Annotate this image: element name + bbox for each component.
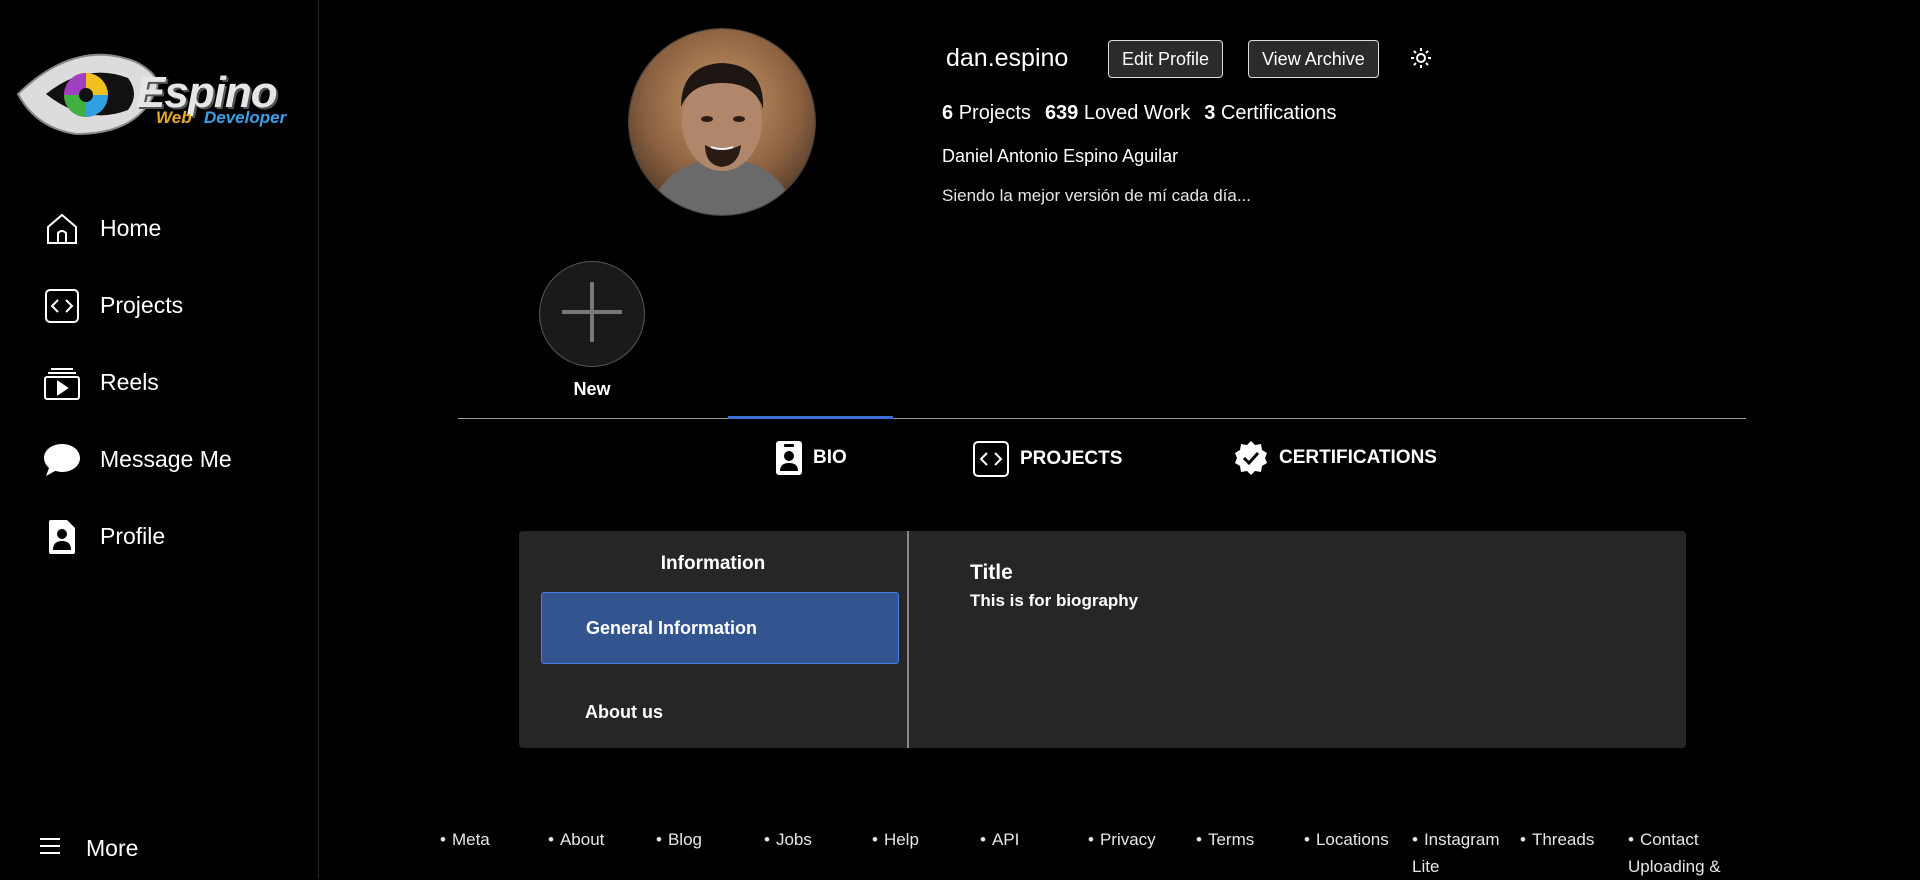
- home-icon: [42, 209, 82, 249]
- footer-link-blog[interactable]: Blog: [656, 826, 702, 853]
- tab-label: BIO: [813, 447, 847, 468]
- more-menu-button[interactable]: More: [38, 835, 138, 862]
- profile-full-name: Daniel Antonio Espino Aguilar: [942, 146, 1179, 166]
- avatar-photo: [629, 29, 815, 215]
- tab-label: PROJECTS: [1020, 448, 1123, 469]
- footer-link-terms[interactable]: Terms: [1196, 826, 1254, 853]
- plus-circle: [539, 261, 645, 367]
- footer-link-help[interactable]: Help: [872, 826, 919, 853]
- sidebar-item-label: Reels: [100, 369, 159, 395]
- code-icon: [972, 440, 1010, 478]
- sidebar-item-label: Profile: [100, 523, 166, 549]
- tab-label: CERTIFICATIONS: [1279, 447, 1437, 468]
- bio-panel-heading: Information: [660, 553, 766, 574]
- stat-projects[interactable]: 6 Projects: [942, 102, 1031, 125]
- sidebar-item-message-me[interactable]: Message Me: [0, 421, 318, 498]
- bio-content-title: Title: [970, 561, 1013, 584]
- tabs-divider: [458, 418, 1746, 419]
- footer-link-contact[interactable]: Contact Uploading &: [1628, 826, 1753, 880]
- bio-content-description: This is for biography: [970, 591, 1139, 610]
- footer-link-about[interactable]: About: [548, 826, 604, 853]
- main-content: dan.espino Edit Profile View Archive 6 P…: [319, 0, 1920, 878]
- espino-logo[interactable]: Espino Web Developer: [16, 48, 290, 140]
- profile-stats: 6 Projects 639 Loved Work 3 Certificatio…: [942, 102, 1337, 125]
- chat-bubble-icon: [42, 440, 82, 480]
- profile-card-icon: [42, 517, 82, 557]
- tab-bio[interactable]: BIO: [775, 440, 847, 476]
- profile-bio-tagline: Siendo la mejor versión de mí cada día..…: [942, 186, 1251, 205]
- menu-item-general-information[interactable]: General Information: [541, 592, 899, 664]
- avatar[interactable]: [628, 28, 816, 216]
- sidebar: Espino Web Developer Home Projects Reels: [0, 0, 319, 878]
- footer-link-jobs[interactable]: Jobs: [764, 826, 812, 853]
- id-badge-icon: [775, 440, 803, 476]
- plus-icon: [560, 280, 624, 349]
- logo-sub-developer: Developer: [204, 108, 287, 127]
- sidebar-item-reels[interactable]: Reels: [0, 344, 318, 421]
- bio-panel: Information General Information About us…: [519, 531, 1686, 748]
- more-label: More: [86, 835, 139, 861]
- edit-profile-button[interactable]: Edit Profile: [1108, 40, 1224, 78]
- tab-certifications[interactable]: CERTIFICATIONS: [1233, 440, 1437, 476]
- reels-icon: [42, 363, 82, 403]
- hamburger-icon: [38, 836, 62, 861]
- sidebar-item-label: Message Me: [100, 446, 232, 472]
- tab-projects[interactable]: PROJECTS: [972, 440, 1122, 478]
- logo-sub-web: Web: [156, 108, 192, 127]
- sidebar-item-home[interactable]: Home: [0, 190, 318, 267]
- footer-link-api[interactable]: API: [980, 826, 1019, 853]
- sidebar-item-label: Projects: [100, 292, 184, 318]
- code-icon: [42, 286, 82, 326]
- sidebar-item-projects[interactable]: Projects: [0, 267, 318, 344]
- active-tab-indicator: [728, 416, 893, 419]
- footer-links: Meta About Blog Jobs Help API Privacy Te…: [440, 826, 1760, 878]
- view-archive-button[interactable]: View Archive: [1248, 40, 1379, 78]
- stat-loved-work[interactable]: 639 Loved Work: [1045, 102, 1190, 125]
- footer-link-locations[interactable]: Locations: [1304, 826, 1389, 853]
- footer-link-privacy[interactable]: Privacy: [1088, 826, 1156, 853]
- verified-badge-icon: [1233, 440, 1269, 476]
- sidebar-item-profile[interactable]: Profile: [0, 498, 318, 575]
- footer-link-instagram-lite[interactable]: Instagram Lite: [1412, 826, 1512, 880]
- footer-link-meta[interactable]: Meta: [440, 826, 490, 853]
- stat-certifications[interactable]: 3 Certifications: [1204, 102, 1336, 125]
- menu-item-about-us[interactable]: About us: [541, 676, 899, 748]
- new-highlight-button[interactable]: New: [539, 261, 645, 400]
- footer-link-threads[interactable]: Threads: [1520, 826, 1594, 853]
- settings-gear-icon[interactable]: [1409, 46, 1433, 70]
- sidebar-item-label: Home: [100, 215, 162, 241]
- profile-username: dan.espino: [946, 44, 1069, 72]
- sidebar-nav: Home Projects Reels Message Me Profile: [0, 190, 318, 575]
- new-highlight-label: New: [573, 379, 611, 399]
